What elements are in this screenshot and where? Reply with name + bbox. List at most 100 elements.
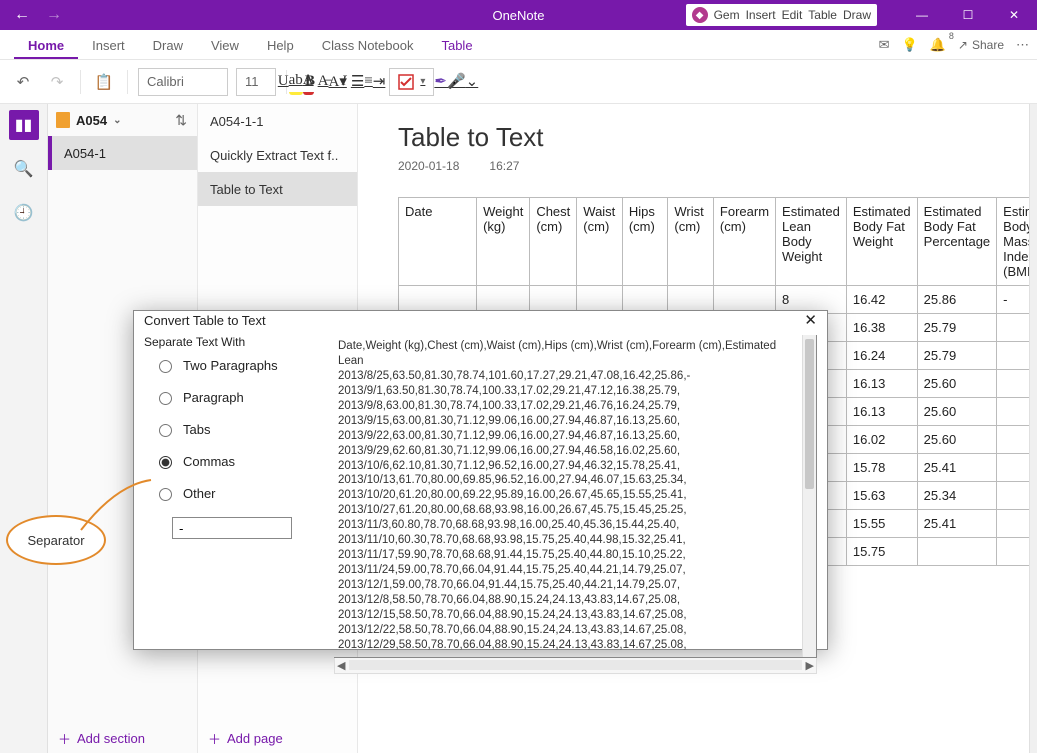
plugin-item[interactable]: Gem (714, 8, 740, 22)
notebook-icon (56, 112, 70, 128)
bullets-icon[interactable]: ☰ (351, 69, 364, 95)
table-header: Estimated Body Mass Index (BMI) (997, 198, 1029, 286)
table-cell: 16.38 (846, 314, 917, 342)
scroll-left-arrow-icon[interactable]: ◀ (337, 659, 345, 672)
output-line: Date,Weight (kg),Chest (cm),Waist (cm),H… (338, 339, 802, 369)
table-cell: 16.13 (846, 398, 917, 426)
separator (127, 70, 128, 94)
table-cell: 25.41 (917, 454, 996, 482)
add-page-button[interactable]: ＋ Add page (198, 723, 293, 753)
add-page-label: Add page (227, 731, 283, 746)
output-line: 2013/9/29,62.60,81.30,71.12,99.06,16.00,… (338, 444, 802, 459)
app-title: OneNote (0, 8, 1037, 23)
tab-home[interactable]: Home (14, 38, 78, 59)
table-cell (917, 538, 996, 566)
minimize-button[interactable]: — (899, 0, 945, 30)
numbering-icon[interactable]: ≡ (364, 69, 372, 95)
back-arrow-icon[interactable]: ← (14, 6, 30, 24)
table-cell: 25.60 (917, 398, 996, 426)
redo-icon[interactable]: ↷ (44, 69, 70, 95)
dialog-horizontal-scrollbar[interactable]: ◀ ▶ (334, 658, 817, 674)
underline-button[interactable]: U ab A A̶ A▾ ☰ ≡ ⇥ ▾ ✒ 🎤 ⌄ (365, 69, 391, 95)
output-line: 2013/9/8,63.00,81.30,78.74,100.33,17.02,… (338, 399, 802, 414)
close-button[interactable]: ✕ (991, 0, 1037, 30)
annotation-callout: Separator (6, 515, 106, 565)
page-title[interactable]: Table to Text (398, 122, 989, 153)
clear-format-icon[interactable]: A̶ (318, 69, 329, 95)
size-value: 11 (245, 74, 259, 89)
-button[interactable]: ↗ Share (958, 38, 1004, 52)
output-line: 2013/12/8,58.50,78.70,66.04,88.90,15.24,… (338, 593, 802, 608)
sort-icon[interactable]: ⇅ (175, 112, 187, 129)
plus-icon: ＋ (208, 729, 221, 748)
page-date: 2020-01-18 (398, 159, 459, 173)
plugin-item[interactable]: Insert (746, 8, 776, 22)
output-line: 2013/10/27,61.20,80.00,68.68,93.98,16.00… (338, 503, 802, 518)
share-label: Share (972, 38, 1004, 52)
format-painter-icon[interactable]: ✒ (434, 69, 447, 95)
tab-help[interactable]: Help (253, 38, 308, 59)
font-color-button[interactable]: A (303, 69, 314, 95)
section-item[interactable]: A054-1 (48, 136, 197, 170)
table-cell: 25.41 (917, 510, 996, 538)
table-cell (997, 342, 1029, 370)
tab-insert[interactable]: Insert (78, 38, 139, 59)
plugin-item[interactable]: Table (808, 8, 837, 22)
table-header: Weight (kg) (477, 198, 530, 286)
option-tabs[interactable]: Tabs (154, 421, 324, 437)
send-icon[interactable]: ✉ (879, 37, 890, 53)
forward-arrow-icon[interactable]: → (46, 6, 62, 24)
tab-class-notebook[interactable]: Class Notebook (308, 38, 428, 59)
recent-icon[interactable]: 🕘 (9, 198, 39, 228)
output-line: 2013/12/15,58.50,78.70,66.04,88.90,15.24… (338, 608, 802, 623)
tab-view[interactable]: View (197, 38, 253, 59)
font-size-select[interactable]: 11 (236, 68, 276, 96)
lightbulb-icon[interactable]: 💡 (902, 37, 918, 53)
option-label: Other (183, 486, 216, 501)
option-other[interactable]: Other (154, 485, 324, 501)
dialog-close-button[interactable]: ✕ (804, 311, 817, 329)
output-line: 2013/12/1,59.00,78.70,66.04,91.44,15.75,… (338, 578, 802, 593)
add-section-button[interactable]: ＋Add section (48, 723, 155, 753)
page-item[interactable]: Table to Text (198, 172, 357, 206)
scroll-right-arrow-icon[interactable]: ▶ (806, 659, 814, 672)
dialog-vertical-scrollbar[interactable] (802, 335, 816, 657)
plugin-item[interactable]: Draw (843, 8, 871, 22)
dictate-icon[interactable]: 🎤 (447, 69, 466, 95)
bell-icon[interactable]: 🔔 (930, 37, 946, 53)
notebooks-icon[interactable]: ▮▮ (9, 110, 39, 140)
indent-icon[interactable]: ⇥ (373, 69, 386, 95)
gem-icon[interactable]: ◆ (692, 7, 708, 23)
output-line: 2013/10/20,61.20,80.00,69.22,95.89,16.00… (338, 488, 802, 503)
option-two-paragraphs[interactable]: Two Paragraphs (154, 357, 324, 373)
font-family-select[interactable]: Calibri (138, 68, 228, 96)
tag-checkbox-button[interactable]: ▾ (389, 68, 434, 96)
maximize-button[interactable]: ☐ (945, 0, 991, 30)
more-icon[interactable]: ⋯ (1016, 37, 1029, 53)
plus-icon: ＋ (58, 729, 71, 748)
undo-icon[interactable]: ↶ (10, 69, 36, 95)
vertical-scrollbar[interactable] (1029, 104, 1037, 753)
output-preview[interactable]: Date,Weight (kg),Chest (cm),Waist (cm),H… (334, 335, 817, 658)
table-cell: 25.60 (917, 426, 996, 454)
plugin-item[interactable]: Edit (782, 8, 803, 22)
search-icon[interactable]: 🔍 (9, 154, 39, 184)
highlight-button[interactable]: ab (289, 69, 303, 95)
option-label: Two Paragraphs (183, 358, 278, 373)
option-commas[interactable]: Commas (154, 453, 324, 469)
tab-table[interactable]: Table (427, 38, 486, 59)
option-paragraph[interactable]: Paragraph (154, 389, 324, 405)
tab-draw[interactable]: Draw (139, 38, 197, 59)
table-cell: 25.79 (917, 342, 996, 370)
title-bar: ← → OneNote ◆ Gem Insert Edit Table Draw… (0, 0, 1037, 30)
chevron-down-icon: ⌄ (113, 115, 121, 126)
styles-icon[interactable]: A▾ (328, 69, 346, 95)
other-separator-input[interactable] (172, 517, 292, 539)
expand-ribbon-icon[interactable]: ⌄ (466, 69, 479, 95)
output-line: 2013/9/22,63.00,81.30,71.12,99.06,16.00,… (338, 429, 802, 444)
table-header: Forearm (cm) (713, 198, 775, 286)
clipboard-icon[interactable]: 📋 (91, 69, 117, 95)
page-item[interactable]: Quickly Extract Text f.. (198, 138, 357, 172)
page-item[interactable]: A054-1-1 (198, 104, 357, 138)
table-header: Estimated Body Fat Percentage (917, 198, 996, 286)
